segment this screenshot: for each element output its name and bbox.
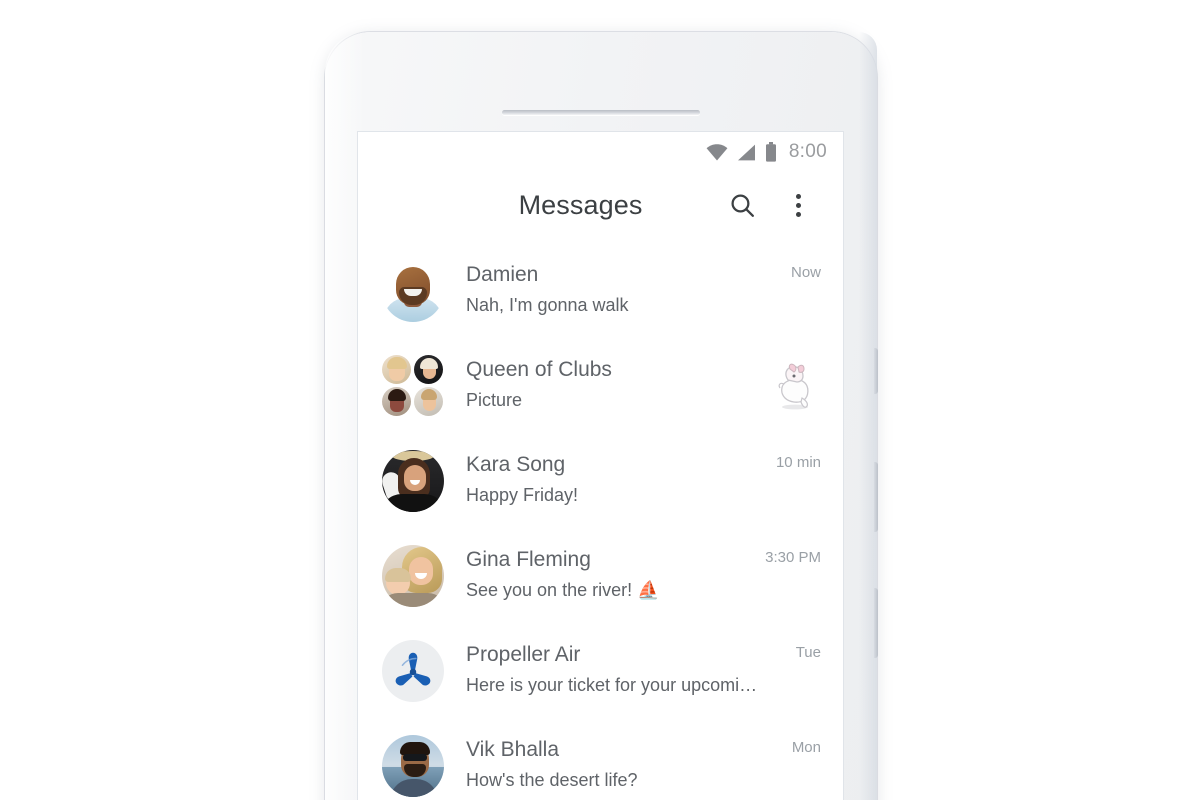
conversation-preview: Nah, I'm gonna walk bbox=[466, 295, 629, 315]
group-member-avatar-3 bbox=[382, 387, 411, 416]
sticker-thumbnail[interactable] bbox=[767, 359, 821, 413]
app-bar-actions bbox=[725, 188, 823, 222]
phone-screen: 8:00 Messages Damien Nah, I'm gonna walk… bbox=[358, 132, 843, 800]
earpiece-speaker bbox=[502, 110, 700, 115]
conversation-text: Kara Song Happy Friday! bbox=[444, 448, 759, 509]
avatar-wrapper bbox=[382, 545, 444, 607]
conversation-timestamp: Tue bbox=[795, 644, 821, 661]
conversation-row-gina-fleming[interactable]: Gina Fleming See you on the river! ⛵ 3:3… bbox=[358, 531, 843, 626]
app-bar: Messages bbox=[358, 172, 843, 238]
conversation-text: Vik Bhalla How's the desert life? bbox=[444, 733, 759, 794]
conversation-timestamp: Now bbox=[790, 264, 821, 281]
status-bar: 8:00 bbox=[358, 132, 843, 172]
conversation-name: Damien bbox=[466, 263, 539, 286]
avatar-wrapper bbox=[382, 450, 444, 512]
conversation-row-queen-of-clubs[interactable]: Queen of Clubs Picture bbox=[358, 341, 843, 436]
avatar-wrapper bbox=[382, 355, 444, 417]
conversation-meta: 3:30 PM bbox=[755, 543, 821, 566]
avatar-gina-fleming bbox=[382, 545, 444, 607]
conversation-timestamp: 3:30 PM bbox=[765, 549, 821, 566]
avatar-wrapper bbox=[382, 735, 444, 797]
overflow-menu-button[interactable] bbox=[781, 188, 815, 222]
conversation-row-kara-song[interactable]: Kara Song Happy Friday! 10 min bbox=[358, 436, 843, 531]
volume-up-button[interactable] bbox=[874, 462, 878, 532]
conversation-meta: Mon bbox=[759, 733, 821, 756]
search-button[interactable] bbox=[725, 188, 759, 222]
conversation-text: Gina Fleming See you on the river! ⛵ bbox=[444, 543, 755, 604]
conversation-list: Damien Nah, I'm gonna walk Now Queen of … bbox=[358, 238, 843, 800]
volume-down-button[interactable] bbox=[874, 588, 878, 658]
avatar-group-queen-of-clubs bbox=[382, 355, 444, 417]
conversation-meta: 10 min bbox=[759, 448, 821, 471]
status-bar-clock: 8:00 bbox=[788, 141, 827, 162]
propeller-logo-icon bbox=[395, 652, 431, 686]
conversation-preview: Picture bbox=[466, 390, 523, 410]
conversation-timestamp: Mon bbox=[791, 739, 821, 756]
avatar-wrapper bbox=[382, 260, 444, 322]
battery-icon bbox=[765, 142, 776, 162]
conversation-name: Queen of Clubs bbox=[466, 358, 612, 381]
avatar-wrapper bbox=[382, 640, 444, 702]
conversation-preview: How's the desert life? bbox=[466, 770, 638, 790]
conversation-meta: Now bbox=[759, 258, 821, 281]
conversation-name: Kara Song bbox=[466, 453, 566, 476]
cellular-signal-icon bbox=[737, 144, 755, 160]
conversation-text: Propeller Air Here is your ticket for yo… bbox=[444, 638, 759, 699]
overflow-menu-icon bbox=[795, 193, 801, 217]
conversation-text: Damien Nah, I'm gonna walk bbox=[444, 258, 759, 319]
conversation-meta bbox=[757, 353, 821, 413]
avatar-propeller-air bbox=[382, 640, 444, 702]
wifi-icon bbox=[706, 143, 728, 160]
conversation-text: Queen of Clubs Picture bbox=[444, 353, 757, 414]
conversation-timestamp: 10 min bbox=[775, 454, 821, 471]
group-member-avatar-4 bbox=[414, 387, 443, 416]
power-button[interactable] bbox=[874, 348, 878, 394]
conversation-name: Propeller Air bbox=[466, 643, 581, 666]
conversation-meta: Tue bbox=[759, 638, 821, 661]
page-title: Messages bbox=[518, 189, 643, 220]
conversation-row-propeller-air[interactable]: Propeller Air Here is your ticket for yo… bbox=[358, 626, 843, 721]
avatar-kara-song bbox=[382, 450, 444, 512]
conversation-row-vik-bhalla[interactable]: Vik Bhalla How's the desert life? Mon bbox=[358, 721, 843, 800]
conversation-row-damien[interactable]: Damien Nah, I'm gonna walk Now bbox=[358, 246, 843, 341]
conversation-preview: Happy Friday! bbox=[466, 485, 579, 505]
conversation-preview: Here is your ticket for your upcoming... bbox=[466, 675, 759, 695]
group-member-avatar-1 bbox=[382, 355, 411, 384]
unicorn-sticker-icon bbox=[778, 363, 809, 410]
group-member-avatar-2 bbox=[414, 355, 443, 384]
conversation-preview: See you on the river! ⛵ bbox=[466, 580, 660, 600]
screenshot-stage: 8:00 Messages Damien Nah, I'm gonna walk… bbox=[0, 0, 1200, 800]
phone-body-right-edge bbox=[859, 32, 877, 800]
conversation-name: Gina Fleming bbox=[466, 548, 591, 571]
search-icon bbox=[730, 193, 754, 217]
avatar-vik-bhalla bbox=[382, 735, 444, 797]
avatar-damien bbox=[382, 260, 444, 322]
conversation-name: Vik Bhalla bbox=[466, 738, 560, 761]
